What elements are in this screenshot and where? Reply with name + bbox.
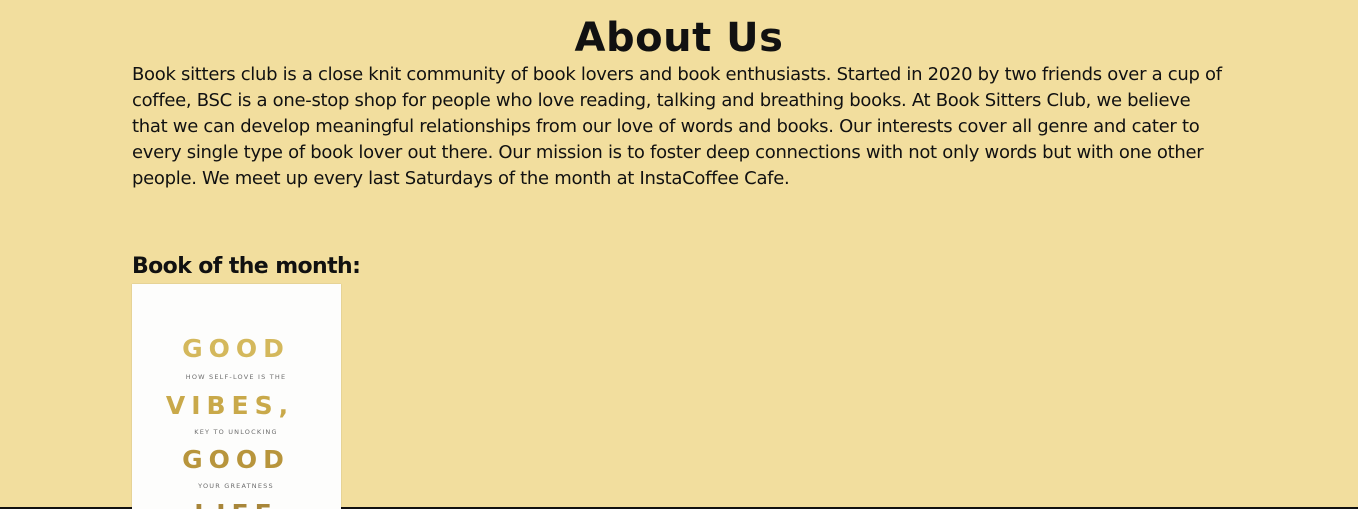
cover-subtitle-line-2: KEY TO UNLOCKING — [194, 428, 278, 436]
cover-title-line-4: LIFE — [194, 499, 277, 509]
page: About Us Book sitters club is a close kn… — [0, 0, 1358, 509]
cover-title-line-2: VIBES, — [166, 391, 294, 420]
cover-subtitle-line-3: YOUR GREATNESS — [197, 482, 274, 490]
page-title: About Us — [574, 15, 784, 61]
book-cover-image: GOOD HOW SELF-LOVE IS THE VIBES, KEY TO … — [132, 284, 341, 509]
book-of-month-heading: Book of the month: — [132, 254, 361, 279]
cover-subtitle-line-1: HOW SELF-LOVE IS THE — [186, 373, 287, 381]
cover-title-line-1: GOOD — [182, 334, 290, 363]
cover-title-line-3: GOOD — [182, 445, 290, 474]
about-paragraph: Book sitters club is a close knit commun… — [132, 64, 1222, 189]
